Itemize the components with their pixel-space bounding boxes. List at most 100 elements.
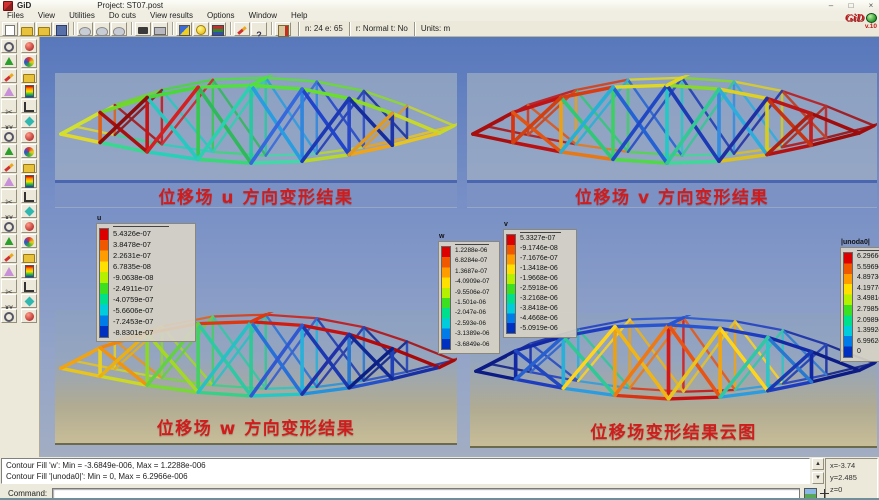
menu-item[interactable]: Do cuts bbox=[102, 11, 143, 21]
legend-value: -7.2453e-07 bbox=[109, 316, 193, 327]
legend-value: -1.9668e-06 bbox=[516, 274, 574, 284]
zoom-out-icon[interactable] bbox=[94, 22, 110, 36]
caption-strip: 位移场 v 方向变形结果 bbox=[467, 180, 877, 207]
open-project-icon[interactable] bbox=[19, 22, 35, 36]
toolbar-separator bbox=[172, 22, 173, 35]
command-input[interactable] bbox=[52, 488, 800, 500]
truss-v bbox=[467, 75, 877, 180]
coord-y: y=2.485 bbox=[830, 472, 877, 484]
rotate-icon[interactable] bbox=[1, 69, 17, 83]
results-icon[interactable] bbox=[21, 309, 37, 323]
list-icon[interactable] bbox=[21, 114, 37, 128]
exit-icon[interactable] bbox=[275, 22, 291, 36]
gid-logo: GiD v.10 bbox=[845, 12, 877, 30]
snapshot-icon[interactable] bbox=[135, 22, 151, 36]
zoom-cloud-icon[interactable] bbox=[21, 84, 37, 98]
graphs-icon[interactable] bbox=[21, 279, 37, 293]
legend-value: -2.047e-06 bbox=[451, 308, 497, 318]
paint-icon[interactable] bbox=[176, 22, 192, 36]
redraw-icon[interactable] bbox=[21, 54, 37, 68]
legend-value: 1.3687e-07 bbox=[451, 267, 497, 277]
menu-item[interactable]: Help bbox=[284, 11, 314, 21]
lightbulb-icon[interactable] bbox=[193, 22, 209, 36]
print-icon[interactable] bbox=[152, 22, 168, 36]
point-icon[interactable] bbox=[21, 174, 37, 188]
color-wheel-icon[interactable] bbox=[1, 84, 17, 98]
pan-icon[interactable] bbox=[21, 69, 37, 83]
legend-value: -9.0638e-08 bbox=[109, 272, 193, 283]
new-file-icon[interactable] bbox=[2, 22, 18, 36]
line-icon[interactable] bbox=[1, 129, 17, 143]
view-xy-icon[interactable] bbox=[1, 204, 17, 218]
legend-value: -3.2168e-06 bbox=[516, 294, 574, 304]
maximize-button[interactable]: □ bbox=[846, 0, 856, 11]
menu-item[interactable]: Utilities bbox=[62, 11, 102, 21]
zoom-in-icon[interactable] bbox=[77, 22, 93, 36]
legend-value: -5.0919e-06 bbox=[516, 324, 574, 334]
layers-icon[interactable] bbox=[21, 294, 37, 308]
polyline-icon[interactable] bbox=[21, 129, 37, 143]
legend-value: -4.0759e-07 bbox=[109, 294, 193, 305]
minimize-button[interactable]: – bbox=[826, 0, 836, 11]
legend-value: 2.0989e-06 bbox=[853, 316, 879, 327]
menu-item[interactable]: Window bbox=[242, 11, 284, 21]
annotate-icon[interactable] bbox=[234, 22, 250, 36]
nurbs-surface-icon[interactable] bbox=[21, 159, 37, 173]
cut-plane-icon[interactable] bbox=[1, 279, 17, 293]
zoom-frame-icon[interactable] bbox=[1, 54, 17, 68]
legend-value: -9.5506e-07 bbox=[451, 288, 497, 298]
legend-colorbar bbox=[441, 246, 451, 350]
menu-item[interactable]: Files bbox=[0, 11, 31, 21]
preferences-icon[interactable] bbox=[1, 309, 17, 323]
legend-value: -8.8301e-07 bbox=[109, 327, 193, 338]
legend-value: 3.4981e-06 bbox=[853, 294, 879, 305]
title-bar: GiD Project: ST07.post – □ × bbox=[0, 0, 879, 11]
copy-icon[interactable] bbox=[1, 234, 17, 248]
zoom-frame-icon[interactable] bbox=[111, 22, 127, 36]
close-button[interactable]: × bbox=[866, 0, 876, 11]
menu-item[interactable]: Options bbox=[200, 11, 242, 21]
menu-item[interactable]: View results bbox=[143, 11, 200, 21]
scroll-down-icon[interactable]: ▼ bbox=[812, 472, 824, 484]
legend-title: w bbox=[439, 233, 500, 240]
legend-maxline bbox=[520, 232, 561, 233]
iso-surfaces-icon[interactable] bbox=[21, 264, 37, 278]
scroll-up-icon[interactable]: ▲ bbox=[812, 458, 824, 470]
units-field: Units: m bbox=[414, 22, 456, 36]
move-icon[interactable] bbox=[21, 219, 37, 233]
crosshair-icon[interactable] bbox=[819, 488, 830, 499]
render-sphere-icon[interactable] bbox=[21, 39, 37, 53]
help-icon[interactable] bbox=[251, 22, 267, 36]
mirror-icon[interactable] bbox=[21, 234, 37, 248]
legend-value: -3.1389e-06 bbox=[451, 329, 497, 339]
import-icon[interactable] bbox=[36, 22, 52, 36]
delete-icon[interactable] bbox=[1, 219, 17, 233]
annotate-pen-icon[interactable] bbox=[1, 99, 17, 113]
caption-strip: 位移场 u 方向变形结果 bbox=[55, 180, 457, 207]
axes-icon[interactable] bbox=[21, 99, 37, 113]
contour-fill-icon[interactable] bbox=[1, 249, 17, 263]
smooth-contour-icon[interactable] bbox=[21, 249, 37, 263]
diamond-icon[interactable] bbox=[21, 204, 37, 218]
vectors-icon[interactable] bbox=[1, 264, 17, 278]
legend-title: u bbox=[97, 215, 196, 222]
animate-icon[interactable] bbox=[1, 294, 17, 308]
volume-icon[interactable] bbox=[1, 174, 17, 188]
legend-value: 0 bbox=[853, 347, 879, 358]
surface-icon[interactable] bbox=[1, 159, 17, 173]
cut-scissors-icon[interactable] bbox=[1, 189, 17, 203]
materials-icon[interactable] bbox=[210, 22, 226, 36]
panel-caption-cloud: 位移场变形结果云图 bbox=[590, 423, 757, 443]
legend-value: -2.593e-06 bbox=[451, 319, 497, 329]
zoom-in-icon[interactable] bbox=[1, 39, 17, 53]
label-icon[interactable] bbox=[1, 114, 17, 128]
arc-icon[interactable] bbox=[1, 144, 17, 158]
legend-value: -2.5918e-06 bbox=[516, 284, 574, 294]
menu-item[interactable]: View bbox=[31, 11, 62, 21]
contour-scale-icon[interactable] bbox=[21, 189, 37, 203]
nurbs-line-icon[interactable] bbox=[21, 144, 37, 158]
viewport-canvas[interactable]: 位移场 u 方向变形结果 位移场 v 方向变形结果 位移场 w 方向变形结果 位… bbox=[40, 37, 879, 457]
image-tool-icon[interactable] bbox=[804, 488, 817, 499]
app-name: GiD bbox=[17, 1, 31, 10]
save-icon[interactable] bbox=[53, 22, 69, 36]
